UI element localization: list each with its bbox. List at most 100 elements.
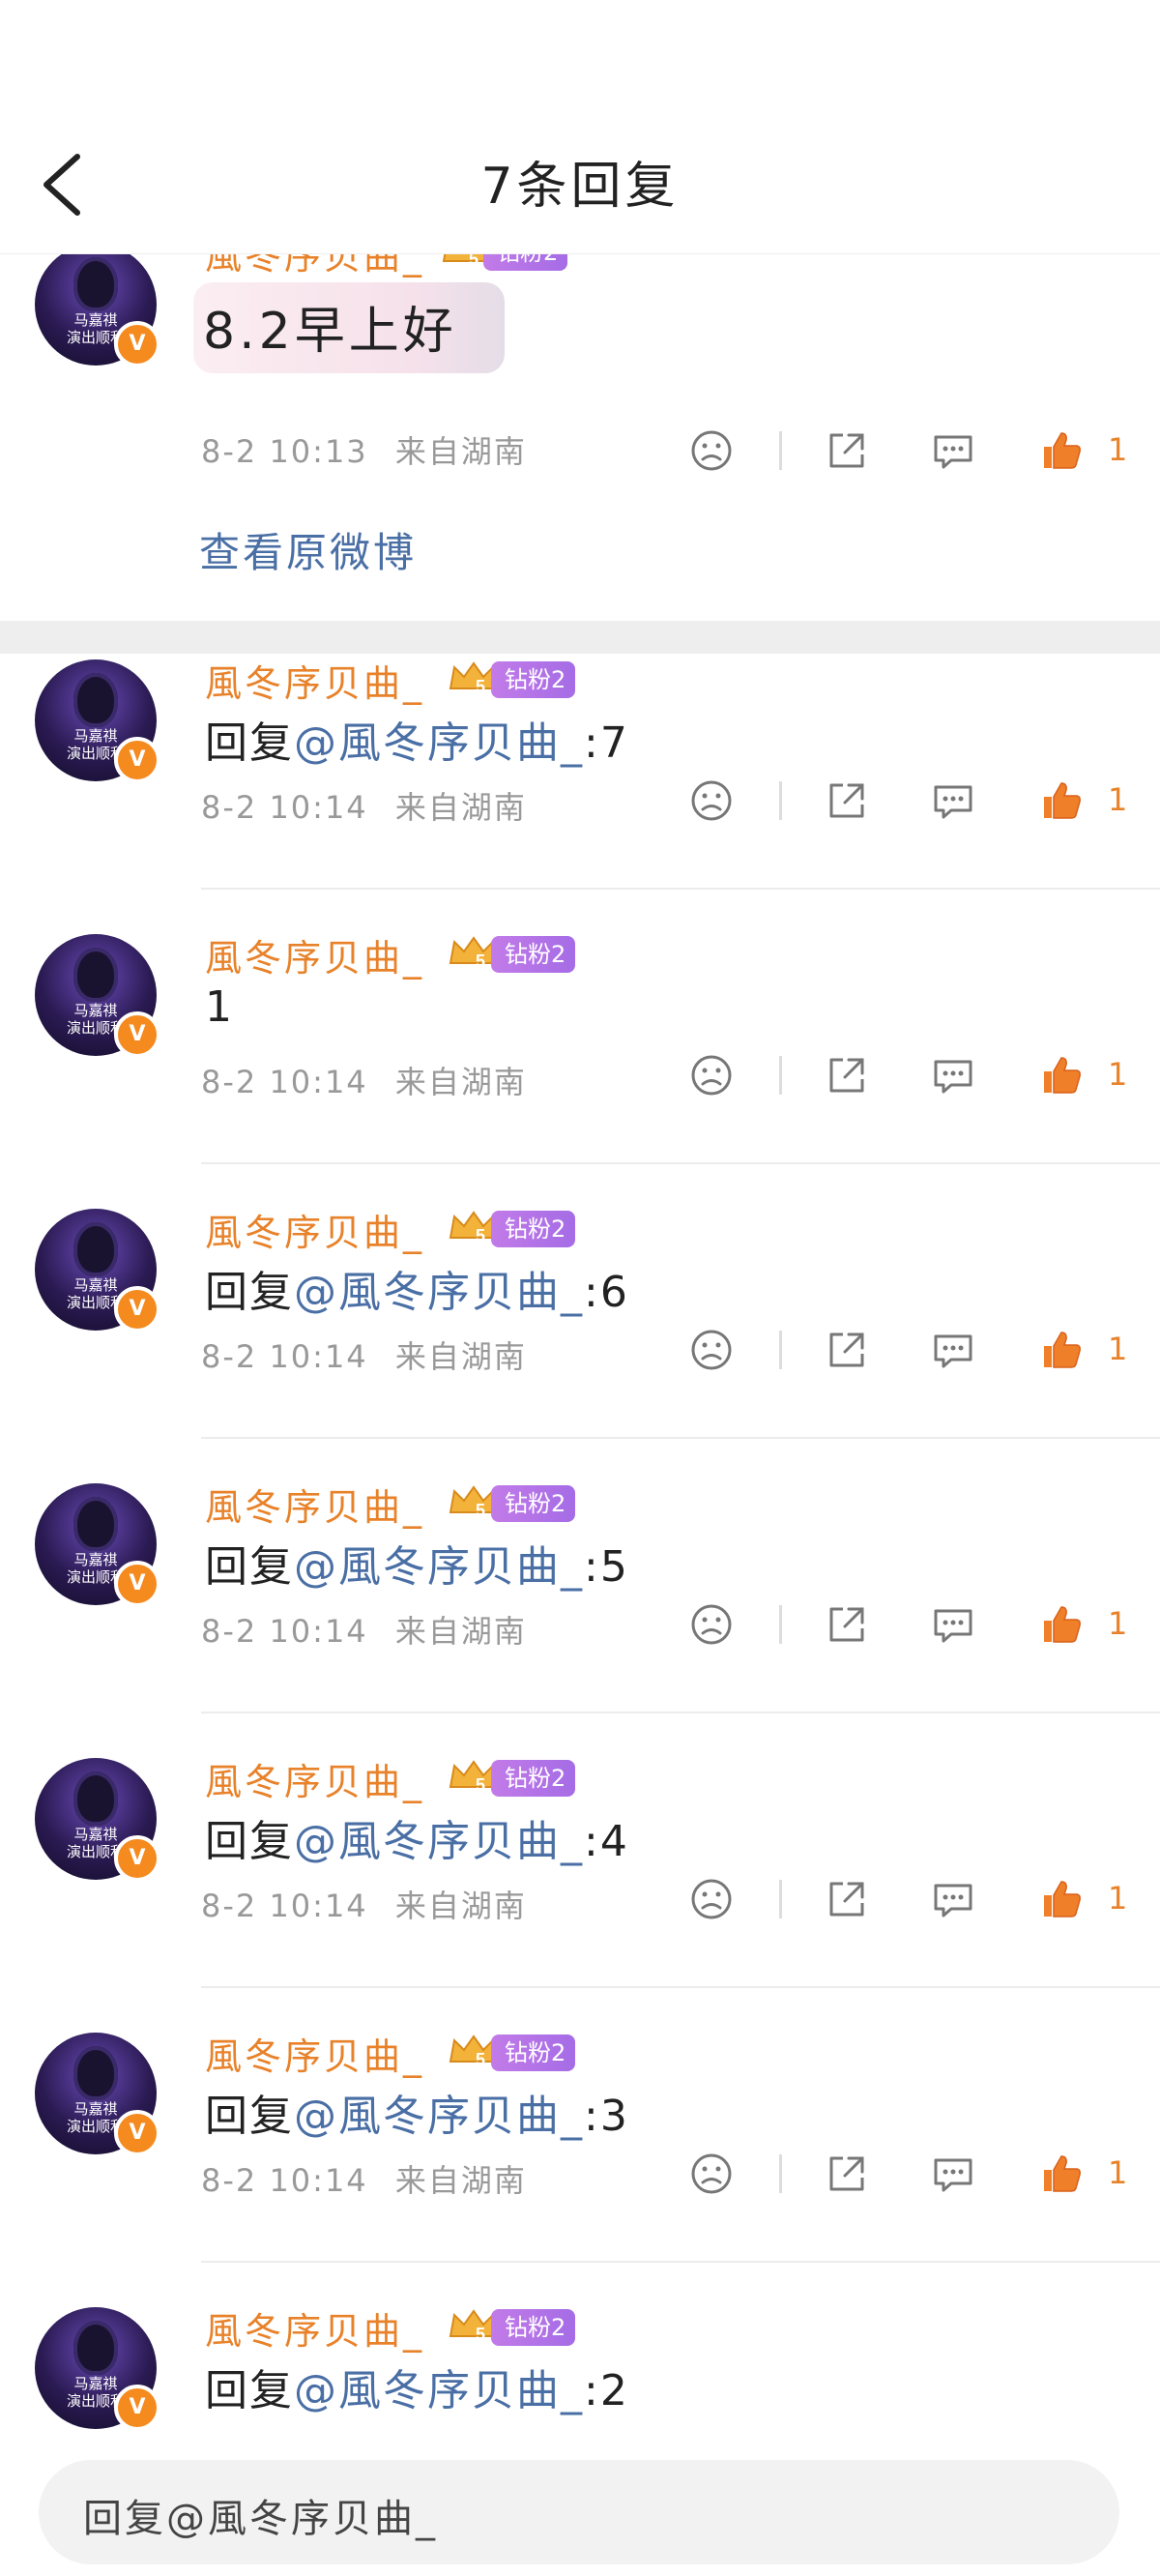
location: 来自湖南 bbox=[394, 433, 527, 470]
mention-link[interactable]: @風冬序贝曲_ bbox=[294, 1268, 584, 1317]
user-name[interactable]: 風冬序贝曲_ bbox=[205, 2027, 424, 2080]
user-name[interactable]: 風冬序贝曲_ bbox=[205, 2301, 424, 2355]
avatar-face bbox=[73, 257, 118, 311]
like-icon[interactable] bbox=[1038, 1876, 1085, 1922]
reply-prefix: 回复 bbox=[205, 1268, 294, 1317]
verified-badge: V bbox=[114, 1286, 160, 1332]
reply-content: :7 bbox=[584, 718, 629, 768]
reply-prefix: 回复 bbox=[205, 1817, 294, 1866]
share-icon[interactable] bbox=[824, 2151, 870, 2197]
avatar[interactable]: 马嘉祺 演出顺利 V bbox=[35, 2307, 160, 2431]
like-icon[interactable] bbox=[1038, 1601, 1085, 1648]
location: 来自湖南 bbox=[394, 2162, 527, 2199]
reply-content: :3 bbox=[584, 2092, 629, 2141]
fan-badge: 钻粉2 bbox=[491, 661, 576, 698]
verified-badge: V bbox=[114, 1011, 160, 1058]
mention-link[interactable]: @風冬序贝曲_ bbox=[294, 718, 584, 768]
reply-meta: 8-2 10:14 来自湖南 bbox=[201, 2156, 527, 2201]
mention-link[interactable]: @風冬序贝曲_ bbox=[294, 1817, 584, 1866]
avatar[interactable]: 马嘉祺 演出顺利 V bbox=[35, 659, 160, 783]
mention-link[interactable]: @風冬序贝曲_ bbox=[294, 2092, 584, 2141]
user-name[interactable]: 風冬序贝曲_ bbox=[205, 1203, 424, 1256]
comment-icon[interactable] bbox=[930, 777, 976, 824]
timestamp: 8-2 10:14 bbox=[201, 2162, 368, 2199]
comment-icon[interactable] bbox=[930, 1601, 976, 1648]
mention-link[interactable]: @風冬序贝曲_ bbox=[294, 2366, 584, 2415]
location: 来自湖南 bbox=[394, 1064, 527, 1100]
user-name[interactable]: 風冬序贝曲_ bbox=[205, 928, 424, 981]
comment-icon[interactable] bbox=[930, 1327, 976, 1373]
svg-text:5: 5 bbox=[469, 253, 478, 269]
reply-thread[interactable]: 马嘉祺演出顺利 V 風冬序贝曲_ 5 钻粉2 8.2早上好 8-2 10:13 … bbox=[0, 253, 1160, 2439]
dislike-icon[interactable] bbox=[688, 777, 735, 824]
share-icon[interactable] bbox=[824, 1052, 870, 1098]
reply-text: 回复@風冬序贝曲_:7 bbox=[205, 708, 629, 770]
fan-badge: 钻粉2 bbox=[491, 1760, 576, 1797]
dislike-icon[interactable] bbox=[688, 2151, 735, 2197]
like-icon[interactable] bbox=[1038, 1052, 1085, 1098]
reply-text: 回复@風冬序贝曲_:4 bbox=[205, 1806, 629, 1868]
avatar[interactable]: 马嘉祺 演出顺利 V bbox=[35, 253, 160, 367]
avatar[interactable]: 马嘉祺 演出顺利 V bbox=[35, 2033, 160, 2156]
dislike-icon[interactable] bbox=[688, 1327, 735, 1373]
share-icon[interactable] bbox=[824, 1327, 870, 1373]
like-count: 1 bbox=[1108, 1331, 1128, 1367]
post-meta: 8-2 10:13 来自湖南 bbox=[201, 427, 527, 472]
avatar[interactable]: 马嘉祺 演出顺利 V bbox=[35, 934, 160, 1058]
section-divider bbox=[0, 621, 1160, 654]
dislike-icon[interactable] bbox=[688, 1876, 735, 1922]
comment-icon[interactable] bbox=[930, 2151, 976, 2197]
action-separator bbox=[779, 2154, 782, 2193]
fan-badge: 钻粉2 bbox=[483, 253, 568, 271]
user-name[interactable]: 風冬序贝曲_ bbox=[205, 1752, 424, 1805]
avatar[interactable]: 马嘉祺 演出顺利 V bbox=[35, 1209, 160, 1332]
timestamp: 8-2 10:14 bbox=[201, 1064, 368, 1100]
like-icon[interactable] bbox=[1038, 427, 1085, 474]
like-count: 1 bbox=[1108, 431, 1128, 468]
like-icon[interactable] bbox=[1038, 777, 1085, 824]
avatar[interactable]: 马嘉祺 演出顺利 V bbox=[35, 1483, 160, 1607]
avatar-face bbox=[73, 1222, 118, 1276]
reply-prefix: 回复 bbox=[205, 718, 294, 768]
user-name[interactable]: 風冬序贝曲_ bbox=[205, 253, 424, 279]
reply-content: 1 bbox=[205, 982, 234, 1032]
reply-prefix: 回复 bbox=[205, 2366, 294, 2415]
action-separator bbox=[779, 1605, 782, 1644]
comment-icon[interactable] bbox=[930, 1052, 976, 1098]
action-separator bbox=[779, 1331, 782, 1369]
svg-text:5: 5 bbox=[476, 1775, 485, 1795]
share-icon[interactable] bbox=[824, 1601, 870, 1648]
row-divider bbox=[201, 2261, 1160, 2263]
timestamp: 8-2 10:14 bbox=[201, 1338, 368, 1375]
post-text: 8.2早上好 bbox=[203, 303, 457, 361]
avatar[interactable]: 马嘉祺 演出顺利 V bbox=[35, 1758, 160, 1882]
mention-link[interactable]: @風冬序贝曲_ bbox=[294, 1542, 584, 1592]
user-name[interactable]: 風冬序贝曲_ bbox=[205, 1478, 424, 1531]
avatar-face bbox=[73, 948, 118, 1002]
reply-text: 1 bbox=[205, 982, 234, 1032]
user-name[interactable]: 風冬序贝曲_ bbox=[205, 654, 424, 707]
reply-text: 回复@風冬序贝曲_:6 bbox=[205, 1257, 629, 1319]
dislike-icon[interactable] bbox=[688, 427, 735, 474]
like-icon[interactable] bbox=[1038, 2151, 1085, 2197]
reply-meta: 8-2 10:14 来自湖南 bbox=[201, 783, 527, 828]
comment-icon[interactable] bbox=[930, 1876, 976, 1922]
dislike-icon[interactable] bbox=[688, 1601, 735, 1648]
reply-content: :6 bbox=[584, 1268, 629, 1317]
like-count: 1 bbox=[1108, 781, 1128, 818]
timestamp: 8-2 10:14 bbox=[201, 789, 368, 826]
location: 来自湖南 bbox=[394, 789, 527, 826]
reply-text: 回复@風冬序贝曲_:3 bbox=[205, 2081, 629, 2143]
share-icon[interactable] bbox=[824, 1876, 870, 1922]
comment-icon[interactable] bbox=[930, 427, 976, 474]
reply-input[interactable]: 回复@風冬序贝曲_ bbox=[39, 2460, 1119, 2564]
reply-content: :2 bbox=[584, 2366, 629, 2415]
avatar-face bbox=[73, 1771, 118, 1826]
share-icon[interactable] bbox=[824, 427, 870, 474]
share-icon[interactable] bbox=[824, 777, 870, 824]
reply-prefix: 回复 bbox=[205, 1542, 294, 1592]
like-icon[interactable] bbox=[1038, 1327, 1085, 1373]
view-original-link[interactable]: 查看原微博 bbox=[199, 520, 417, 579]
dislike-icon[interactable] bbox=[688, 1052, 735, 1098]
location: 来自湖南 bbox=[394, 1888, 527, 1924]
